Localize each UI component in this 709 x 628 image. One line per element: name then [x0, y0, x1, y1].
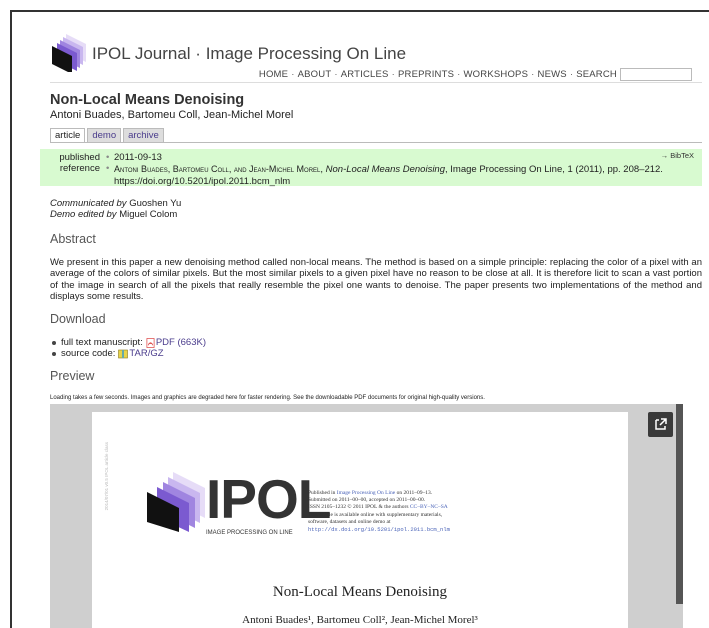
demo-editor: Miguel Colom	[119, 209, 178, 220]
abstract-heading: Abstract	[50, 232, 96, 246]
communicated-by: Guoshen Yu	[129, 198, 182, 209]
header-divider	[50, 82, 702, 83]
preview-page: 2014/07/01 v0.5 IPOL article class IPOL …	[92, 412, 628, 628]
loading-note: Loading takes a few seconds. Images and …	[50, 395, 485, 401]
page-title: Non-Local Means Denoising	[272, 584, 448, 600]
list-item: full text manuscript: PDF (663K)	[50, 337, 206, 348]
nav-search[interactable]: SEARCH	[576, 69, 617, 80]
nav-news[interactable]: NEWS	[538, 69, 567, 80]
reference-label: reference	[59, 163, 100, 174]
nav-preprints[interactable]: PREPRINTS	[398, 69, 454, 80]
tar-link[interactable]: TAR/GZ	[129, 348, 163, 359]
download-heading: Download	[50, 312, 106, 326]
page-authors: Antoni Buades¹, Bartomeu Coll², Jean-Mic…	[242, 614, 478, 626]
nav-about[interactable]: ABOUT	[298, 69, 332, 80]
published-date: 2011-09-13	[114, 152, 162, 163]
search-input[interactable]	[620, 68, 692, 81]
paper-authors: Antoni Buades, Bartomeu Coll, Jean-Miche…	[50, 109, 294, 121]
credits: Communicated by Guoshen Yu Demo edited b…	[50, 198, 182, 220]
publication-info: Published in Image Processing On Line on…	[308, 490, 450, 534]
page-frame: IPOL Journal · Image Processing On Line …	[10, 10, 709, 628]
expand-button[interactable]	[648, 412, 673, 437]
pdf-icon	[146, 337, 155, 348]
tab-bar: article demo archive	[50, 128, 164, 143]
nav-articles[interactable]: ARTICLES	[341, 69, 389, 80]
reference-text: Antoni Buades, Bartomeu Coll, and Jean-M…	[114, 164, 663, 187]
tab-divider	[50, 142, 702, 143]
paper-title: Non-Local Means Denoising	[50, 92, 245, 108]
top-nav: HOME · ABOUT · ARTICLES · PREPRINTS · WORKSH…	[259, 68, 692, 81]
tab-demo[interactable]: demo	[87, 128, 122, 143]
pdf-link[interactable]: PDF (663K)	[156, 337, 206, 348]
list-item: source code: TAR/GZ	[50, 348, 206, 359]
nav-workshops[interactable]: WORKSHOPS	[464, 69, 529, 80]
published-label: published	[59, 152, 100, 163]
expand-icon	[655, 418, 667, 430]
pdf-preview[interactable]: 2014/07/01 v0.5 IPOL article class IPOL …	[50, 404, 683, 628]
ipol-logo-icon	[147, 472, 205, 532]
nav-home[interactable]: HOME	[259, 69, 288, 80]
download-list: full text manuscript: PDF (663K) source …	[50, 337, 206, 359]
ipol-logo-subtitle: IMAGE PROCESSING ON LINE	[206, 530, 293, 536]
preview-scrollbar[interactable]	[676, 404, 683, 604]
tab-archive[interactable]: archive	[123, 128, 164, 143]
bibtex-link[interactable]: → BibTeX	[661, 151, 694, 160]
citation-box: published • 2011-09-13 reference • Anton…	[40, 149, 702, 187]
page-side-text: 2014/07/01 v0.5 IPOL article class	[104, 442, 109, 511]
tab-article[interactable]: article	[50, 128, 86, 143]
abstract-text: We present in this paper a new denoising…	[50, 257, 702, 302]
preview-heading: Preview	[50, 369, 95, 383]
archive-icon	[118, 349, 129, 358]
site-title[interactable]: IPOL Journal · Image Processing On Line	[92, 44, 406, 64]
ipol-logo-icon[interactable]	[52, 34, 86, 72]
